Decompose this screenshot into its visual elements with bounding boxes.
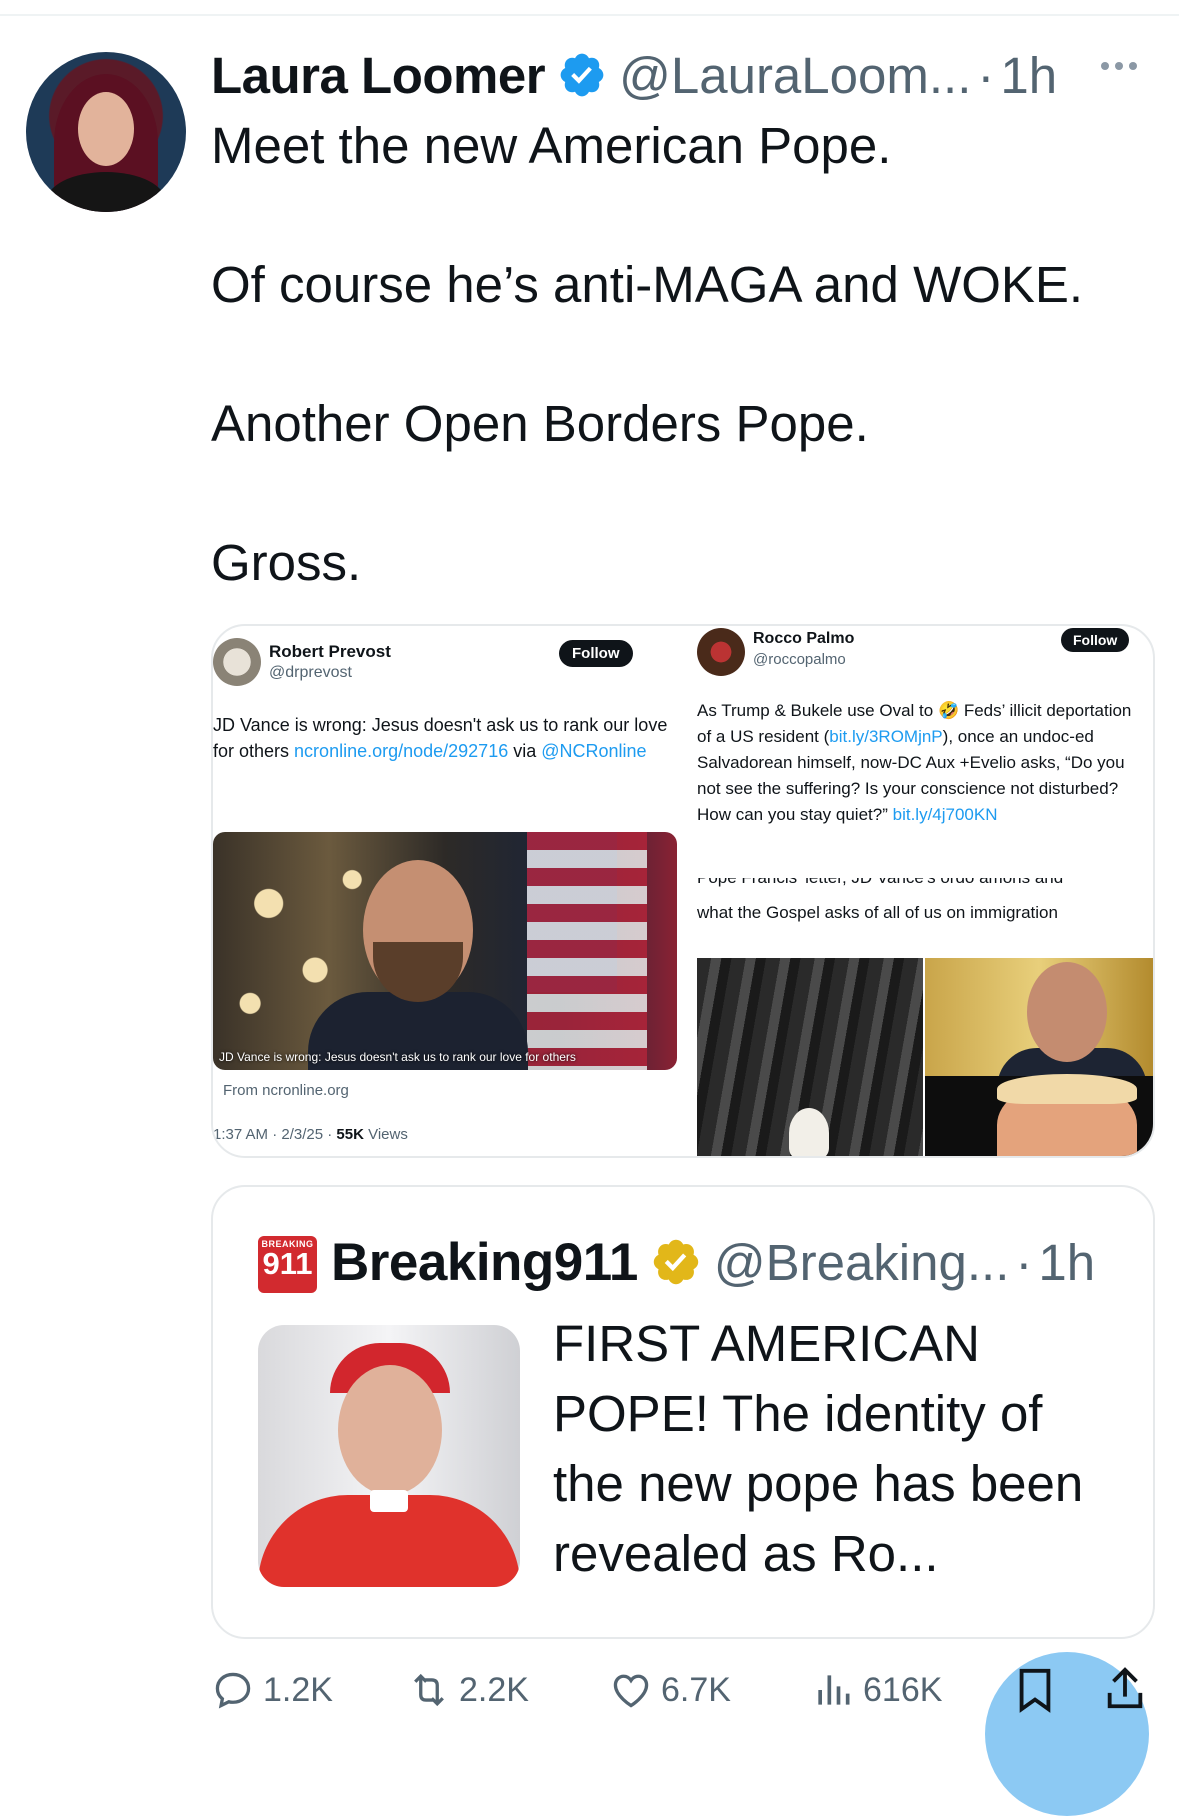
views-button[interactable]: 616K [811,1668,942,1712]
palmo-link-2: bit.ly/4j700KN [892,805,998,824]
quoted-author-handle: @Breaking... [713,1233,1010,1291]
post-text: Meet the new American Pope. Of course he… [211,116,1151,593]
prevost-timestamp: 1:37 AM · 2/3/25 · 55K Views [213,1126,408,1143]
prevost-handle: @drprevost [269,664,352,681]
author-avatar[interactable] [26,52,186,212]
bookmark-icon[interactable] [1012,1665,1058,1715]
views-count: 616K [863,1670,943,1709]
vance-photo: JD Vance is wrong: Jesus doesn't ask us … [213,832,677,1070]
more-icon[interactable] [1101,62,1137,70]
verified-badge-icon [653,1239,699,1285]
views-icon [818,1675,850,1705]
prevost-tweet-text: JD Vance is wrong: Jesus doesn't ask us … [213,712,677,764]
views-count: 55K [336,1126,364,1143]
like-icon [613,1674,649,1708]
attached-image[interactable]: Robert Prevost @drprevost Follow JD Vanc… [211,624,1155,1158]
card-source: From ncronline.org [223,1082,349,1099]
logo-big-text: 911 [262,1246,313,1281]
quoted-post[interactable]: BREAKING 911 Breaking911 @Breaking... · … [211,1185,1155,1639]
author-handle[interactable]: @LauraLoom... [619,46,971,105]
post-paragraph: Another Open Borders Pope. [211,395,869,452]
top-divider [0,14,1179,16]
follow-button: Follow [1061,628,1130,652]
time-separator: · [977,46,995,104]
quoted-time: 1h [1038,1233,1096,1291]
prevost-name: Robert Prevost [269,642,391,661]
card-caption: JD Vance is wrong: Jesus doesn't ask us … [219,1050,576,1064]
verified-badge-icon [560,53,604,97]
post-paragraph: Meet the new American Pope. [211,117,892,174]
repost-count: 2.2K [459,1670,529,1709]
palmo-card-title: what the Gospel asks of all of us on imm… [697,903,1058,922]
quoted-text: FIRST AMERICAN POPE! The identity of the… [553,1315,1084,1582]
time-separator: · [1015,1233,1033,1291]
prevost-mention: @NCRonline [541,741,647,761]
palmo-handle: @roccopalmo [753,651,846,668]
post-header: Laura Loomer @LauraLoom... · 1h [211,42,1057,108]
like-button[interactable]: 6.7K [609,1668,731,1712]
quoted-header: Breaking911 @Breaking... · 1h [331,1227,1095,1297]
palmo-avatar [697,628,745,676]
author-name[interactable]: Laura Loomer [211,46,546,105]
post-paragraph: Of course he’s anti-MAGA and WOKE. [211,256,1084,313]
reply-count: 1.2K [263,1670,333,1709]
cut-line: Pope Francis' letter, JD Vance's ordo am… [697,878,1063,888]
screenshot-left: Robert Prevost @drprevost Follow JD Vanc… [213,626,683,1156]
breaking911-logo: BREAKING 911 [258,1236,317,1293]
repost-button[interactable]: 2.2K [407,1668,529,1712]
palmo-tweet-text: As Trump & Bukele use Oval to 🤣 Feds’ il… [697,698,1137,828]
screenshot-right: Rocco Palmo @roccopalmo Follow As Trump … [697,626,1153,1156]
views-label: Views [363,1126,408,1143]
post-paragraph: Gross. [211,534,362,591]
palmo-link-1: bit.ly/3ROMjnP [829,727,943,746]
repost-icon [414,1673,444,1707]
timestamp-text: 1:37 AM · 2/3/25 · [213,1126,337,1143]
prevost-avatar [213,638,261,686]
prevost-text-via: via [508,741,542,761]
quoted-pope-photo [258,1325,520,1587]
pope-collage-photo [697,958,1153,1156]
cut-line-clip: Pope Francis' letter, JD Vance's ordo am… [697,878,1137,890]
post-time[interactable]: 1h [1000,46,1057,105]
reply-button[interactable]: 1.2K [211,1668,333,1712]
reply-icon [215,1672,251,1709]
like-count: 6.7K [661,1670,731,1709]
palmo-name: Rocco Palmo [753,630,855,647]
prevost-link: ncronline.org/node/292716 [294,741,509,761]
quoted-author-name: Breaking911 [331,1232,638,1292]
share-icon[interactable] [1102,1664,1148,1714]
follow-button: Follow [559,640,633,667]
